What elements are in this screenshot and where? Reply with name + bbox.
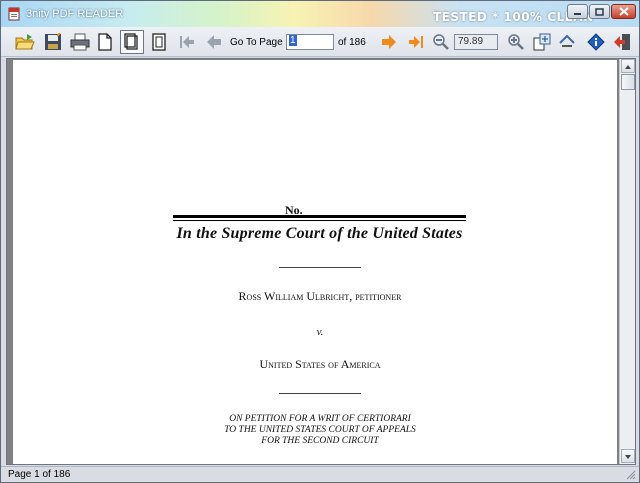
print-icon: [70, 33, 90, 51]
blank-page-button[interactable]: [93, 30, 117, 54]
versus-label: v.: [316, 326, 324, 338]
petition-caption: ON PETITION FOR A WRIT OF CERTIORARI TO …: [113, 414, 527, 447]
scroll-down-icon: [625, 455, 631, 459]
info-button[interactable]: [584, 30, 608, 54]
resize-grip-icon[interactable]: [626, 470, 636, 480]
open-icon: [15, 34, 35, 50]
title-rule-bottom: [173, 220, 466, 221]
last-page-icon: [409, 36, 423, 48]
blank-page-icon: [98, 33, 112, 51]
page-number-value: 1: [289, 35, 297, 46]
previous-page-button[interactable]: [202, 30, 226, 54]
petition-line: FOR THE SECOND CIRCUIT: [261, 436, 379, 446]
zoom-out-icon: [433, 34, 449, 50]
page-total-label: of 186: [338, 37, 366, 48]
divider-rule: [279, 393, 361, 394]
divider-rule: [279, 267, 361, 268]
scroll-thumb[interactable]: [621, 74, 635, 90]
maximize-icon: [595, 7, 604, 16]
info-icon: [587, 33, 605, 51]
rotate-button[interactable]: [555, 30, 579, 54]
exit-icon: [614, 34, 630, 50]
app-window: 3nity PDF READER TESTED * 100% CLEAN Go …: [0, 0, 640, 483]
fit-page-button[interactable]: [530, 30, 554, 54]
scroll-up-icon: [625, 65, 631, 69]
minimize-button[interactable]: [567, 4, 588, 19]
exit-button[interactable]: [610, 30, 634, 54]
document-viewport[interactable]: No. In the Supreme Court of the United S…: [6, 58, 636, 465]
pdf-app-icon: [8, 7, 20, 21]
close-button[interactable]: [611, 4, 636, 19]
scroll-up-button[interactable]: [621, 59, 635, 73]
zoom-in-button[interactable]: [504, 30, 528, 54]
close-icon: [618, 7, 629, 16]
petition-line: TO THE UNITED STATES COURT OF APPEALS: [224, 425, 416, 435]
open-button[interactable]: [13, 30, 37, 54]
save-button[interactable]: [41, 30, 65, 54]
title-bar[interactable]: 3nity PDF READER TESTED * 100% CLEAN: [1, 1, 639, 27]
status-text: Page 1 of 186: [8, 469, 71, 480]
previous-page-icon: [207, 35, 221, 49]
maximize-button[interactable]: [589, 4, 610, 19]
court-title: In the Supreme Court of the United State…: [176, 225, 463, 242]
first-page-icon: [180, 36, 194, 48]
zoom-out-button[interactable]: [429, 30, 453, 54]
petitioner-name: Ross William Ulbricht, petitioner: [238, 289, 402, 303]
toolbar: Go To Page 1 of 186 79.89: [1, 27, 639, 57]
next-page-icon: [382, 35, 396, 49]
zoom-level-input[interactable]: 79.89: [454, 34, 498, 50]
print-button[interactable]: [68, 30, 92, 54]
single-page-view-button[interactable]: [120, 30, 144, 54]
save-icon: [45, 33, 61, 50]
single-page-icon: [124, 33, 138, 50]
last-page-button[interactable]: [404, 30, 428, 54]
petition-line: ON PETITION FOR A WRIT OF CERTIORARI: [229, 414, 411, 424]
title-rule-top: [173, 215, 466, 218]
minimize-icon: [574, 12, 581, 15]
continuous-page-icon: [152, 33, 166, 51]
zoom-in-icon: [508, 34, 524, 50]
next-page-button[interactable]: [377, 30, 401, 54]
page-number-input[interactable]: 1: [286, 34, 334, 50]
respondent-name: United States of America: [259, 357, 381, 371]
scroll-down-button[interactable]: [621, 449, 635, 463]
pdf-page: No. In the Supreme Court of the United S…: [13, 60, 617, 464]
window-title: 3nity PDF READER: [26, 8, 124, 20]
fit-page-icon: [533, 33, 551, 51]
continuous-page-view-button[interactable]: [147, 30, 171, 54]
go-to-page-label: Go To Page: [230, 37, 283, 48]
rotate-icon: [559, 34, 575, 47]
vertical-scrollbar[interactable]: [619, 59, 635, 464]
status-bar: Page 1 of 186: [1, 466, 639, 482]
first-page-button[interactable]: [175, 30, 199, 54]
